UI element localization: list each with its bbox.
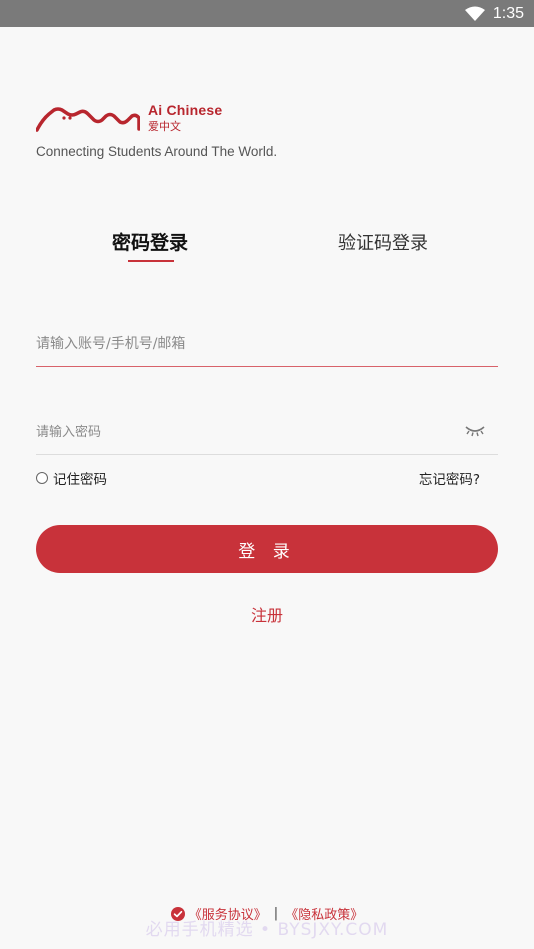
check-circle-icon[interactable]: [170, 906, 185, 921]
privacy-policy-link[interactable]: 《隐私政策》: [285, 904, 363, 923]
brand-name-en: Ai Chinese: [148, 102, 223, 118]
tab-password-login[interactable]: 密码登录: [112, 228, 188, 255]
agreement-row: 《服务协议》 | 《隐私政策》: [0, 904, 534, 923]
eye-closed-icon[interactable]: [464, 424, 486, 438]
ai-chinese-logo-icon: [36, 107, 140, 132]
remember-password-toggle[interactable]: 记住密码: [36, 468, 107, 488]
brand-logo: Ai Chinese 爱中文: [36, 100, 236, 134]
account-field: [36, 326, 498, 367]
tab-code-login[interactable]: 验证码登录: [338, 229, 428, 255]
remember-radio[interactable]: [36, 472, 48, 484]
status-bar: 1:35: [0, 0, 534, 27]
account-input[interactable]: [36, 326, 498, 362]
password-input[interactable]: [36, 414, 498, 450]
remember-password-label: 记住密码: [53, 472, 107, 488]
forgot-password-link[interactable]: 忘记密码?: [419, 468, 480, 488]
wifi-icon: [464, 6, 485, 21]
password-field: [36, 414, 498, 455]
brand-tagline: Connecting Students Around The World.: [36, 144, 278, 159]
agreement-separator: |: [273, 906, 279, 921]
login-button[interactable]: 登 录: [36, 525, 498, 573]
active-tab-indicator: [128, 260, 174, 262]
service-agreement-link[interactable]: 《服务协议》: [189, 904, 267, 923]
brand-name-cn: 爱中文: [148, 120, 181, 133]
register-link[interactable]: 注册: [0, 602, 534, 626]
status-time: 1:35: [492, 4, 524, 22]
